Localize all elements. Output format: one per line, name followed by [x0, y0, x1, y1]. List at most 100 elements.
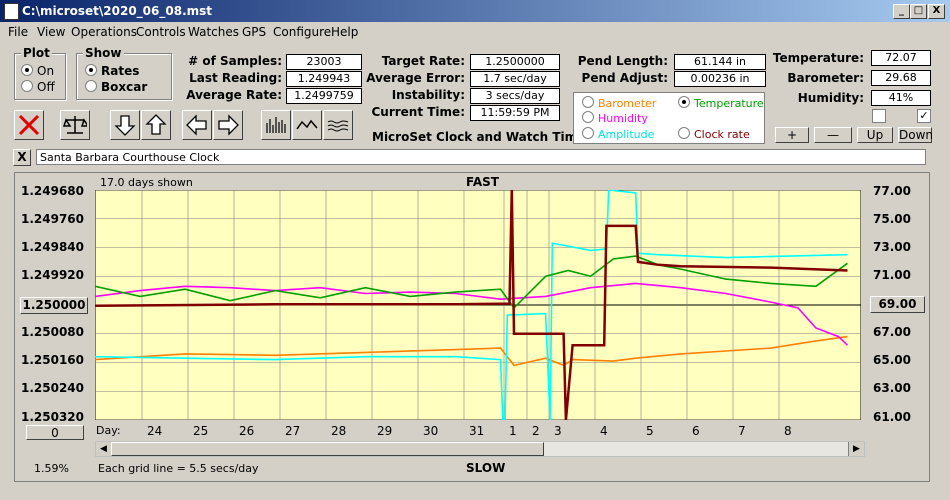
maximize-button[interactable]: □	[910, 4, 927, 19]
left-arrow-icon	[186, 114, 207, 136]
checkbox-left[interactable]	[872, 109, 886, 123]
sensor-select-panel: Barometer Temperature Humidity Amplitude…	[573, 92, 765, 144]
last-reading-label: Last Reading:	[189, 71, 282, 85]
show-boxcar-label: Boxcar	[101, 80, 148, 94]
day-label: Day:	[96, 424, 121, 437]
left-tick-label: 1.249840	[20, 240, 84, 254]
right-tick-label: 65.00	[873, 353, 911, 367]
menu-watches[interactable]: Watches	[188, 25, 239, 39]
samples-label: # of Samples:	[188, 54, 282, 68]
day-tick-label: 26	[239, 424, 255, 438]
horizontal-scrollbar[interactable]: ◀ ▶	[95, 441, 865, 457]
balance-button[interactable]	[60, 110, 90, 140]
up-arrow-button[interactable]	[141, 110, 171, 140]
menu-file[interactable]: File	[8, 25, 28, 39]
percent-label: 1.59%	[34, 462, 69, 475]
center-rate-button[interactable]: 1.250000	[20, 297, 88, 314]
pend-adjust-label: Pend Adjust:	[581, 71, 668, 85]
show-boxcar-radio[interactable]: Boxcar	[85, 80, 147, 94]
target-rate-label: Target Rate:	[381, 54, 465, 68]
app-subtitle: MicroSet Clock and Watch Timer	[372, 130, 592, 144]
close-button[interactable]: X	[928, 4, 945, 19]
radio-dot	[678, 96, 690, 108]
day-tick-label: 8	[784, 424, 792, 438]
temperature-value: 72.07	[871, 50, 931, 66]
minus-button[interactable]: —	[814, 127, 852, 143]
radio-dot	[582, 111, 594, 123]
clock-name-input[interactable]: Santa Barbara Courthouse Clock	[36, 149, 926, 165]
average-error-value: 1.7 sec/day	[470, 71, 560, 87]
instability-value: 3 secs/day	[470, 88, 560, 104]
left-tick-label: 1.249680	[20, 184, 84, 198]
show-rates-radio[interactable]: Rates	[85, 64, 139, 78]
menu-gps[interactable]: GPS	[242, 25, 266, 39]
left-tick-label: 1.250320	[20, 410, 84, 424]
left-tick-label: 1.249920	[20, 268, 84, 282]
menu-operations[interactable]: Operations	[71, 25, 137, 39]
menu-help[interactable]: Help	[331, 25, 358, 39]
plot-on-radio[interactable]: On	[21, 64, 54, 78]
fast-label: FAST	[466, 175, 499, 189]
minimize-button[interactable]: _	[893, 4, 910, 19]
checkbox-right[interactable]: ✓	[917, 109, 931, 123]
sensor-amplitude-radio[interactable]: Amplitude	[582, 127, 654, 141]
wave-button[interactable]	[292, 110, 322, 140]
down-arrow-button[interactable]	[110, 110, 140, 140]
barometer-value: 29.68	[871, 70, 931, 86]
scroll-right-arrow-icon[interactable]: ▶	[848, 442, 864, 456]
center-sensor-button[interactable]: 69.00	[870, 296, 925, 313]
plot-area[interactable]	[95, 190, 861, 420]
scroll-left-arrow-icon[interactable]: ◀	[96, 442, 112, 456]
radio-dot	[582, 127, 594, 139]
sensor-barometer-label: Barometer	[598, 97, 657, 110]
menu-view[interactable]: View	[37, 25, 65, 39]
menu-bar: File View Operations Controls Watches GP…	[0, 23, 950, 41]
app-icon	[4, 3, 19, 20]
sensor-humidity-radio[interactable]: Humidity	[582, 111, 648, 125]
plus-button[interactable]: +	[775, 127, 809, 143]
sensor-barometer-radio[interactable]: Barometer	[582, 96, 656, 110]
target-rate-value: 1.2500000	[470, 54, 560, 70]
sensor-clock-rate-radio[interactable]: Clock rate	[678, 127, 750, 141]
up-button[interactable]: Up	[857, 127, 893, 143]
left-arrow-button[interactable]	[182, 110, 212, 140]
down-arrow-icon	[114, 115, 136, 136]
humidity-label: Humidity:	[797, 91, 864, 105]
right-tick-label: 71.00	[873, 268, 911, 282]
show-group: Show Rates Boxcar	[76, 46, 172, 100]
menu-configure[interactable]: Configure	[273, 25, 331, 39]
plot-group: Plot On Off	[14, 46, 66, 100]
offset-button[interactable]: 0	[26, 425, 84, 440]
stop-button[interactable]	[14, 110, 44, 140]
plot-group-title: Plot	[21, 46, 52, 60]
current-time-label: Current Time:	[371, 105, 465, 119]
temperature-label: Temperature:	[772, 51, 864, 65]
clear-name-button[interactable]: X	[13, 149, 31, 166]
up-arrow-icon	[145, 114, 167, 135]
day-tick-label: 6	[692, 424, 700, 438]
radio-dot	[678, 127, 690, 139]
pend-length-value: 61.144 in	[674, 54, 766, 70]
noise-button[interactable]	[323, 110, 353, 140]
day-tick-label: 25	[193, 424, 209, 438]
red-x-icon	[18, 114, 40, 136]
right-tick-label: 73.00	[873, 240, 911, 254]
radio-dot	[21, 80, 33, 92]
scroll-thumb[interactable]	[111, 442, 544, 456]
histogram-button[interactable]	[261, 110, 291, 140]
plot-off-radio[interactable]: Off	[21, 80, 55, 94]
down-button[interactable]: Down	[898, 127, 933, 143]
plot-off-label: Off	[37, 80, 55, 94]
menu-controls[interactable]: Controls	[136, 25, 186, 39]
sensor-clock-rate-label: Clock rate	[694, 128, 750, 141]
radio-dot	[21, 64, 33, 76]
day-tick-label: 30	[423, 424, 439, 438]
sensor-temperature-radio[interactable]: Temperature	[678, 96, 764, 110]
sensor-amplitude-label: Amplitude	[598, 128, 655, 141]
radio-dot	[85, 64, 97, 76]
humidity-value: 41%	[871, 90, 931, 106]
right-arrow-button[interactable]	[213, 110, 243, 140]
barometer-label: Barometer:	[787, 71, 864, 85]
day-tick-label: 28	[331, 424, 347, 438]
left-tick-label: 1.250080	[20, 325, 84, 339]
